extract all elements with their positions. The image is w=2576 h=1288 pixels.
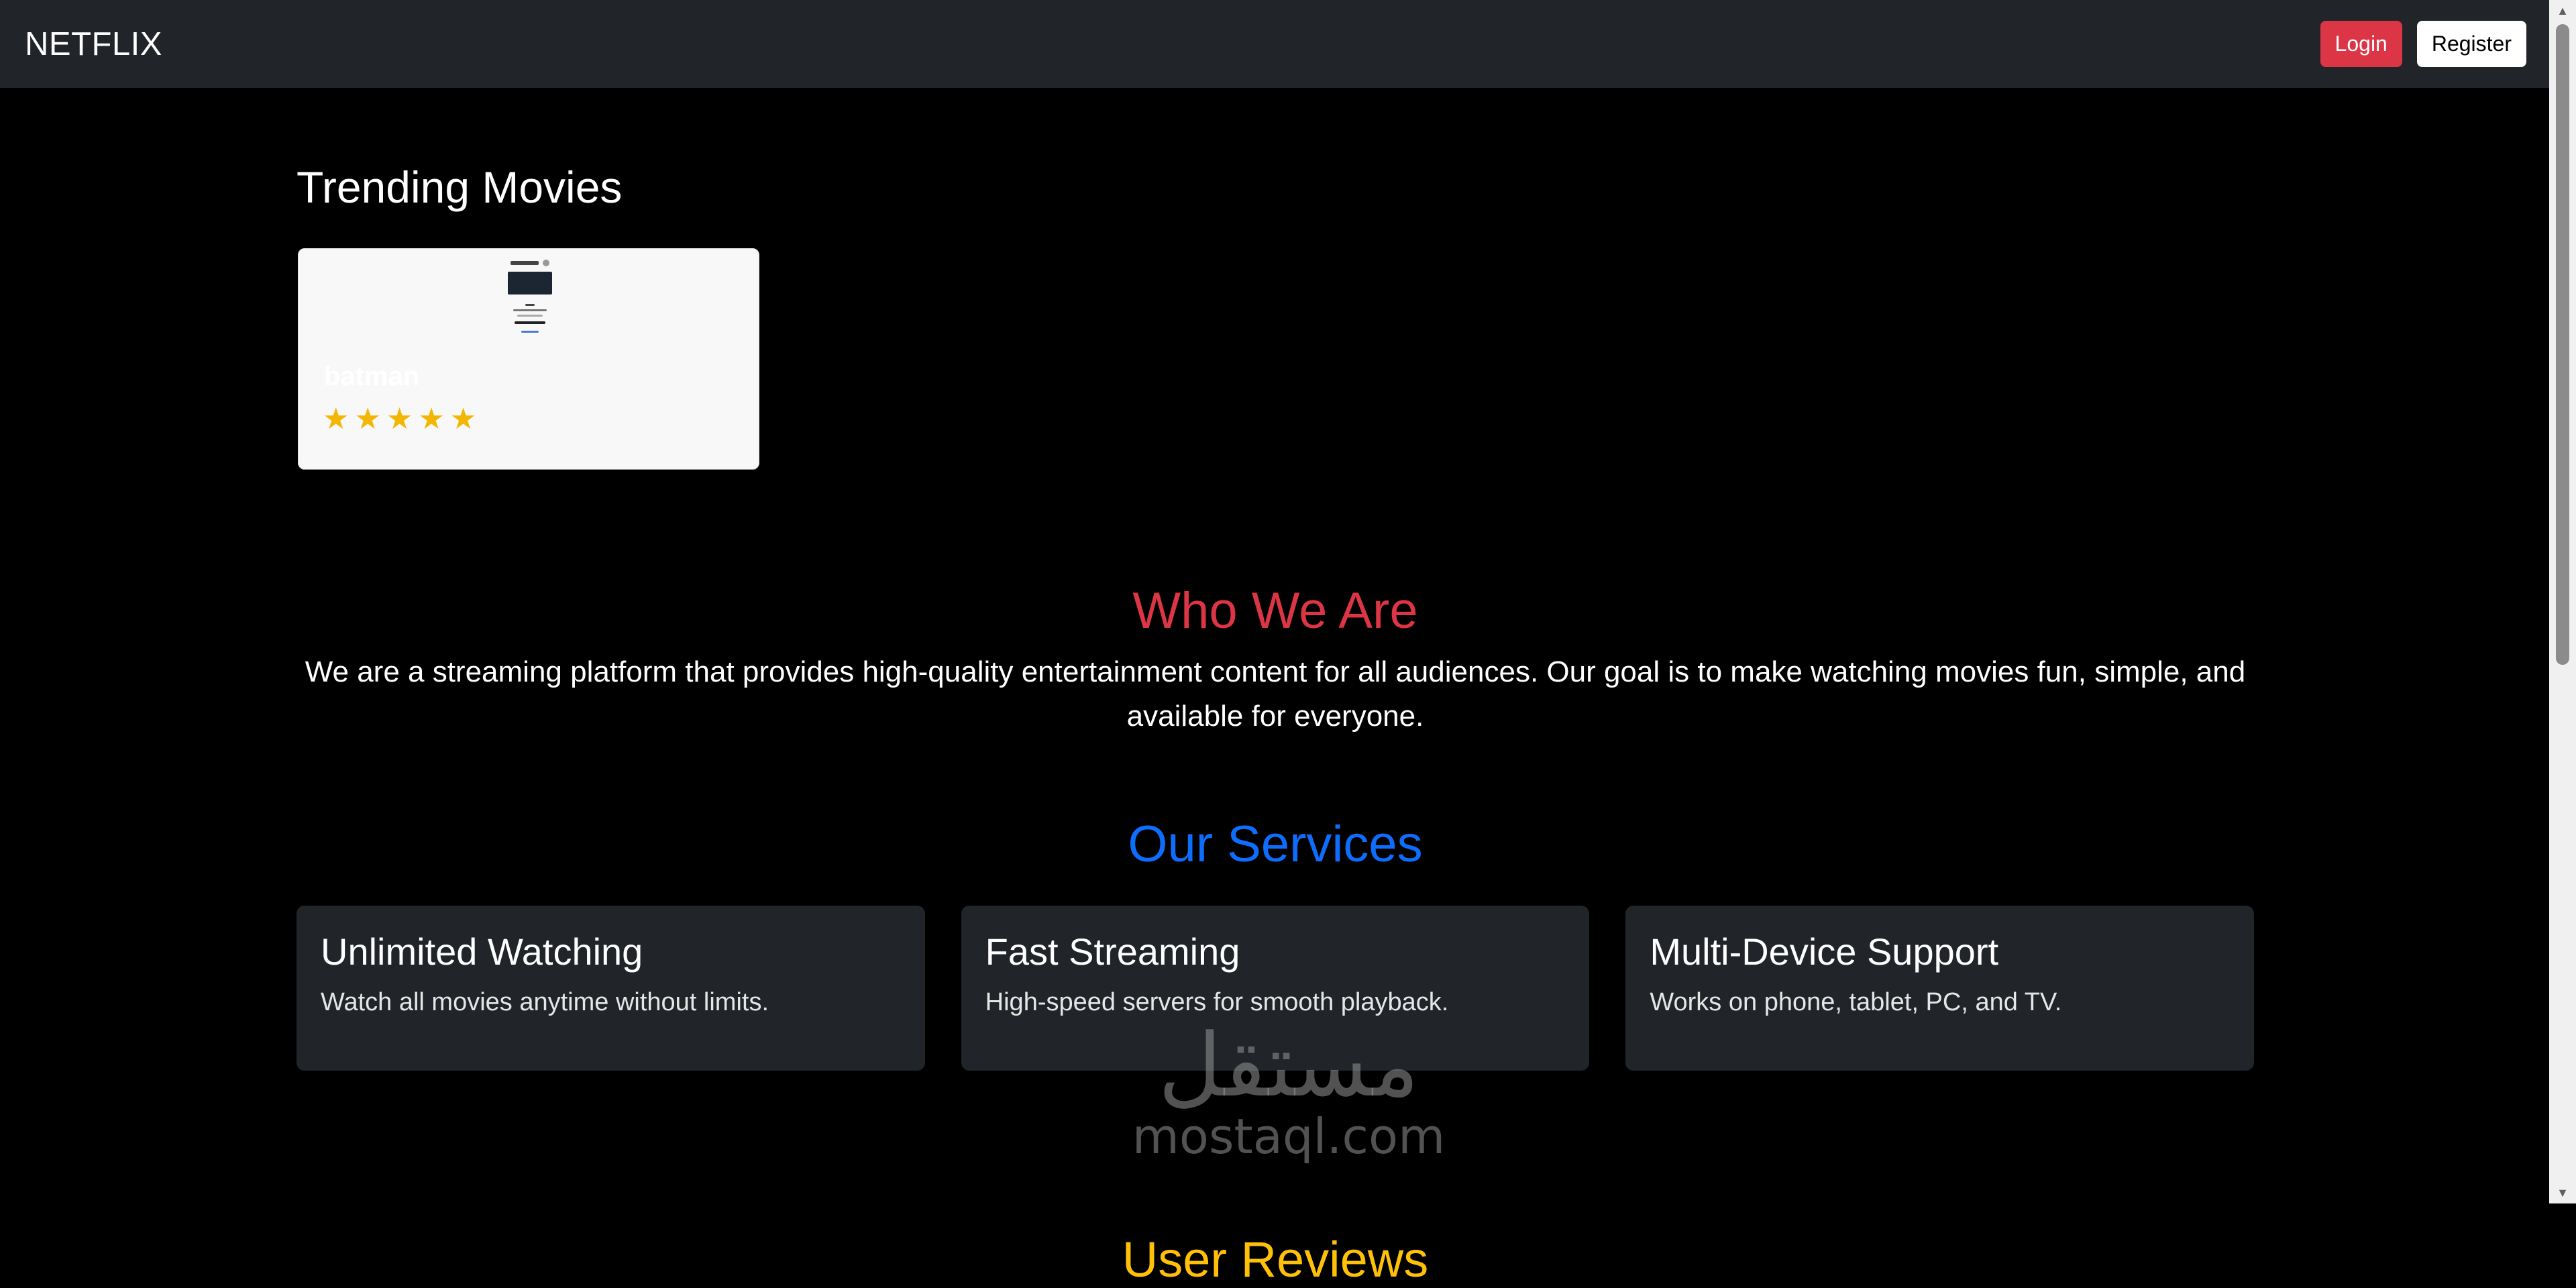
- service-title: Multi-Device Support: [1650, 930, 1999, 973]
- scrollbar-thumb[interactable]: [2556, 24, 2569, 665]
- login-button[interactable]: Login: [2320, 21, 2402, 67]
- trending-title: Trending Movies: [297, 162, 623, 212]
- movie-rating: ★ ★ ★ ★ ★: [323, 405, 476, 434]
- movie-card[interactable]: batman ★ ★ ★ ★ ★: [298, 248, 759, 470]
- service-description: Watch all movies anytime without limits.: [321, 988, 769, 1016]
- user-reviews-title: User Reviews: [1122, 1232, 1429, 1287]
- star-icon: ★: [354, 402, 381, 435]
- navbar: NETFLIX Login Register: [0, 0, 2549, 88]
- page-scrollbar[interactable]: ▲ ▼: [2549, 0, 2576, 1203]
- service-title: Unlimited Watching: [321, 930, 643, 973]
- movie-poster-image: [486, 256, 574, 356]
- star-icon: ★: [323, 402, 350, 435]
- service-card-multi-device: Multi-Device Support Works on phone, tab…: [1625, 906, 2255, 1071]
- service-title: Fast Streaming: [985, 930, 1240, 973]
- service-description: High-speed servers for smooth playback.: [985, 988, 1449, 1016]
- star-icon: ★: [449, 402, 477, 435]
- watermark-logo: مستقل mostaql.com: [1131, 1018, 1446, 1161]
- brand-logo[interactable]: NETFLIX: [25, 25, 162, 63]
- star-icon: ★: [418, 402, 445, 435]
- who-we-are-text: We are a streaming platform that provide…: [305, 655, 2246, 733]
- movie-title[interactable]: batman: [324, 362, 419, 392]
- scroll-up-arrow-icon[interactable]: ▲: [2549, 0, 2576, 21]
- watermark-arabic: مستقل: [1158, 1014, 1419, 1116]
- scroll-down-arrow-icon[interactable]: ▼: [2549, 1182, 2576, 1203]
- service-card-unlimited-watching: Unlimited Watching Watch all movies anyt…: [297, 906, 925, 1071]
- register-button[interactable]: Register: [2416, 21, 2526, 67]
- who-we-are-title: Who We Are: [1132, 582, 1418, 639]
- nav-actions: Login Register: [2320, 21, 2526, 67]
- star-icon: ★: [386, 402, 413, 435]
- watermark-latin: mostaql.com: [1132, 1108, 1446, 1165]
- service-description: Works on phone, tablet, PC, and TV.: [1650, 988, 2062, 1016]
- services-title: Our Services: [1128, 816, 1423, 873]
